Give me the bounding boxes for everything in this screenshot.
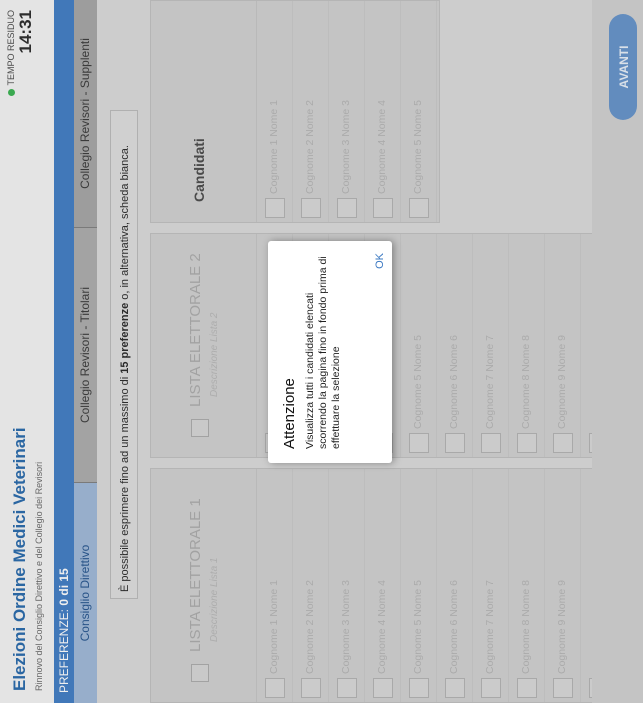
dialog-message: Visualizza tutti i candidati elencati sc…: [304, 256, 342, 449]
screen: Elezioni Ordine Medici Veterinari Rinnov…: [0, 0, 643, 703]
voting-app: Elezioni Ordine Medici Veterinari Rinnov…: [0, 0, 643, 703]
alert-dialog: Attenzione Visualizza tutti i candidati …: [268, 241, 392, 463]
ok-button[interactable]: OK: [374, 253, 386, 269]
dialog-title: Attenzione: [281, 378, 298, 449]
